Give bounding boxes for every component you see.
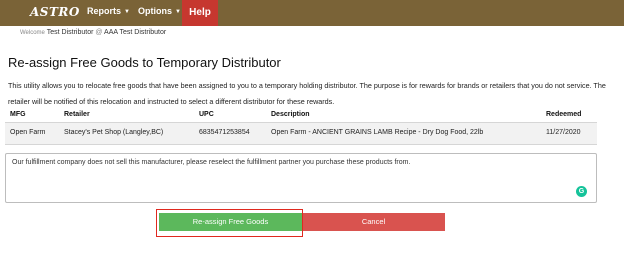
cell-mfg: Open Farm <box>10 129 46 136</box>
column-header-redeemed: Redeemed <box>546 111 582 118</box>
grammarly-icon[interactable]: G <box>576 186 587 197</box>
astro-logo[interactable]: ASTRO <box>30 5 80 19</box>
welcome-distributor: AAA Test Distributor <box>104 29 167 36</box>
welcome-at: @ <box>95 29 103 36</box>
welcome-user: Test Distributor <box>46 29 94 36</box>
top-navbar: ASTRO Reports ▼ Options ▼ Help <box>0 0 624 26</box>
cancel-button[interactable]: Cancel <box>302 213 445 231</box>
welcome-line: Welcome Test Distributor @ AAA Test Dist… <box>20 29 166 36</box>
cell-redeemed: 11/27/2020 <box>546 129 581 136</box>
welcome-prefix: Welcome <box>20 30 45 36</box>
cell-description: Open Farm - ANCIENT GRAINS LAMB Recipe -… <box>271 129 484 136</box>
options-menu-label: Options <box>138 6 172 16</box>
reports-menu-label: Reports <box>87 6 122 16</box>
column-header-mfg: MFG <box>10 111 26 118</box>
page-title: Re-assign Free Goods to Temporary Distri… <box>8 55 281 70</box>
options-menu[interactable]: Options ▼ <box>138 6 181 16</box>
column-header-retailer: Retailer <box>64 111 90 118</box>
cell-upc: 6835471253854 <box>199 129 250 136</box>
caret-down-icon: ▼ <box>124 9 130 15</box>
annotation-highlight-box <box>156 209 303 237</box>
caret-down-icon: ▼ <box>175 9 181 15</box>
table-divider <box>5 144 597 145</box>
page-description: This utility allows you to relocate free… <box>8 81 606 106</box>
cell-retailer: Stacey's Pet Shop (Langley,BC) <box>64 129 164 136</box>
column-header-upc: UPC <box>199 111 214 118</box>
column-header-description: Description <box>271 111 310 118</box>
help-link[interactable]: Help <box>182 0 218 26</box>
reassign-message-field[interactable]: Our fulfillment company does not sell th… <box>5 153 597 203</box>
reports-menu[interactable]: Reports ▼ <box>87 6 130 16</box>
